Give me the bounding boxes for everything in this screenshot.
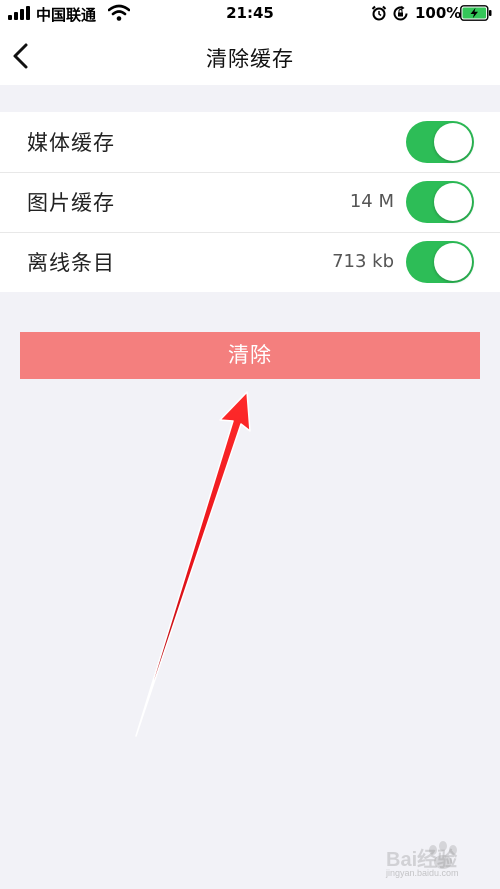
toggle-knob [434,183,472,221]
battery-charging-icon [460,5,492,21]
media-cache-toggle[interactable] [406,121,474,163]
battery-percent: 100% [415,4,462,22]
wifi-icon [108,4,130,21]
signal-icon [8,6,32,20]
navigation-bar: 清除缓存 [0,28,500,85]
toggle-knob [434,243,472,281]
cache-item-label: 图片缓存 [27,191,115,215]
toggle-knob [434,123,472,161]
image-cache-toggle[interactable] [406,181,474,223]
rotation-lock-icon [393,5,408,21]
status-bar: 中国联通 21:45 100% [0,0,500,28]
carrier-name: 中国联通 [36,6,97,24]
offline-items-toggle[interactable] [406,241,474,283]
cache-item-size: 713 kb [332,251,394,272]
watermark-subtext: jingyan.baidu.com [386,868,459,878]
clear-button[interactable]: 清除 [20,332,480,379]
cache-item-label: 离线条目 [27,251,115,275]
list-item: 图片缓存 14 M [0,172,500,232]
list-item: 媒体缓存 [0,112,500,172]
list-item: 离线条目 713 kb [0,232,500,292]
alarm-icon [371,5,387,21]
cache-list: 媒体缓存 图片缓存 14 M 离线条目 713 kb [0,112,500,292]
cache-item-size: 14 M [349,191,394,212]
cache-item-label: 媒体缓存 [27,131,115,155]
page-title: 清除缓存 [206,47,294,71]
